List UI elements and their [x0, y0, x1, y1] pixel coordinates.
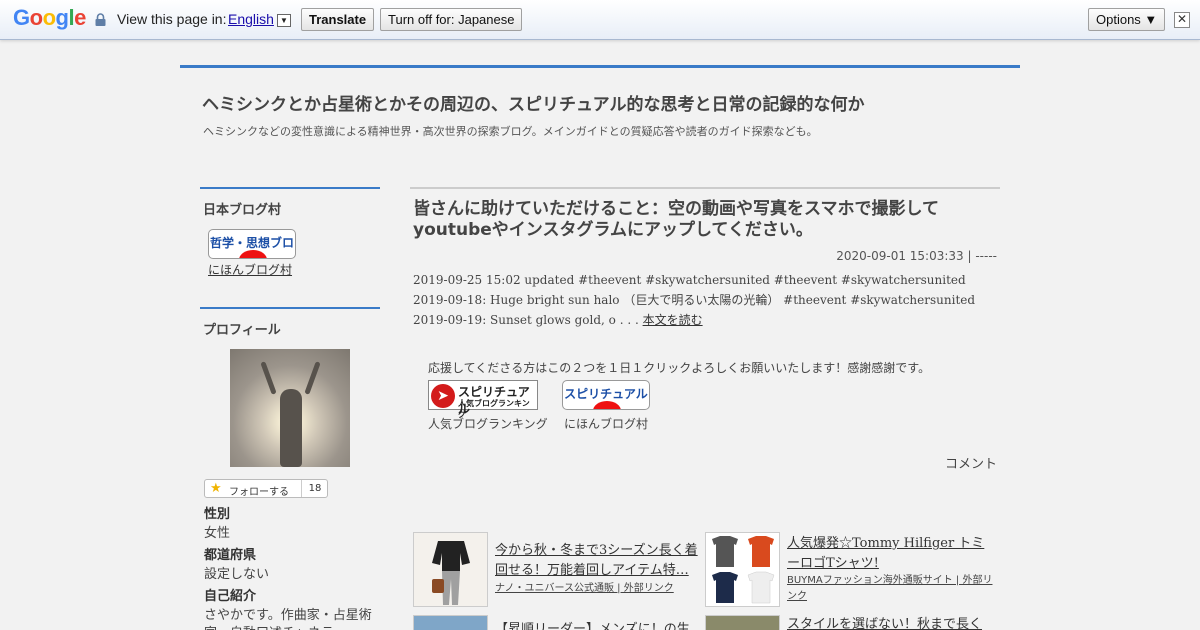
site-description: ヘミシンクなどの変性意識による精神世界・高次世界の探索ブログ。メインガイドとの質…	[203, 125, 818, 138]
profile-value-gender: 女性	[204, 526, 231, 541]
header-divider	[180, 65, 1020, 68]
translate-button[interactable]: Translate	[301, 8, 375, 31]
star-icon: ★	[210, 481, 222, 496]
profile-avatar[interactable]	[230, 349, 350, 467]
tshirts-image	[706, 533, 779, 606]
ad-source-2[interactable]: BUYMAファッション海外通販サイト | 外部リンク	[787, 573, 997, 605]
profile-key-prefecture: 都道府県	[204, 548, 257, 563]
banner-decoration	[593, 401, 621, 409]
ad-title-3[interactable]: 【昇順リーダー】メンズに！の生活	[495, 620, 701, 630]
comment-link[interactable]: コメント	[945, 453, 997, 472]
translate-bar: Google View this page in: English ▼ Trans…	[0, 0, 1200, 40]
arrow-icon: ➤	[431, 384, 455, 408]
article-date: 2020-09-01 15:03:33 | -----	[836, 249, 997, 263]
rank2-title: スピリチュアル	[564, 387, 648, 401]
ad-image-4[interactable]	[705, 615, 780, 630]
article-title[interactable]: 皆さんに助けていただけること：空の動画や写真をスマホで撮影して youtubeや…	[413, 199, 993, 241]
ranking-banner-2[interactable]: スピリチュアル	[562, 380, 650, 410]
dropdown-arrow-icon[interactable]: ▼	[276, 14, 291, 27]
ad-image-tshirts[interactable]	[705, 532, 780, 607]
avatar-arm-right	[304, 361, 321, 395]
profile-value-intro: さやかです。作曲家・占星術	[204, 608, 372, 623]
avatar-figure	[280, 389, 302, 467]
google-logo: Google	[13, 5, 86, 30]
language-select[interactable]: English ▼	[228, 11, 291, 27]
lock-icon	[95, 13, 106, 26]
ad-image-3[interactable]	[413, 615, 488, 630]
blog-village-link[interactable]: にほんブログ村	[208, 261, 292, 278]
follow-count: 18	[301, 480, 328, 497]
article-divider	[410, 187, 1000, 189]
blog-village-section: 日本ブログ村	[200, 187, 380, 218]
follow-label: フォローする	[229, 487, 289, 498]
read-more-link[interactable]: 本文を読む	[643, 313, 703, 327]
ad-image-outfit[interactable]	[413, 532, 488, 607]
ranking-label-2[interactable]: にほんブログ村	[564, 415, 648, 432]
language-name[interactable]: English	[228, 11, 274, 27]
options-button[interactable]: Options ▼	[1088, 8, 1166, 31]
blog-village-banner[interactable]: 哲学・思想ブログ	[208, 229, 296, 259]
ranking-label-1[interactable]: 人気ブログランキング	[428, 415, 548, 432]
ad-title-1[interactable]: 今から秋・冬まで3シーズン長く着回せる！万能着回しアイテム特…	[495, 541, 701, 581]
profile-heading: プロフィール	[200, 307, 380, 338]
profile-key-intro: 自己紹介	[204, 589, 257, 604]
follow-button[interactable]: ★ フォローする 18	[204, 479, 328, 498]
profile-section: プロフィール	[200, 307, 380, 338]
site-title[interactable]: ヘミシンクとか占星術とかその周辺の、スピリチュアル的な思考と日常の記録的な何か	[202, 90, 865, 115]
profile-key-gender: 性別	[204, 507, 231, 522]
article-excerpt: 2019-09-25 15:02 updated #theevent #skyw…	[413, 270, 996, 330]
avatar-arm-left	[260, 361, 277, 395]
ad-title-2[interactable]: 人気爆発☆Tommy Hilfiger トミーロゴTシャツ!	[787, 534, 997, 574]
blog-village-heading: 日本ブログ村	[200, 187, 380, 218]
turn-off-button[interactable]: Turn off for: Japanese	[380, 8, 523, 31]
outfit-image	[414, 533, 487, 606]
close-icon[interactable]: ✕	[1174, 12, 1190, 28]
translate-prefix: View this page in:	[117, 11, 227, 27]
profile-value-prefecture: 設定しない	[204, 567, 270, 582]
support-text: 応援してくださる方はこの２つを１日１クリックよろしくお願いいたします！感謝感謝で…	[428, 361, 931, 375]
ad-title-4[interactable]: スタイルを選ばない！秋まで長く	[787, 615, 997, 630]
ranking-banner-1[interactable]: ➤ スピリチュアル 人気ブログランキング	[428, 380, 538, 419]
profile-value-intro-cont: 家・自動口述チャネラー	[204, 622, 347, 630]
ad-source-1[interactable]: ナノ・ユニバース公式通販 | 外部リンク	[495, 581, 674, 597]
